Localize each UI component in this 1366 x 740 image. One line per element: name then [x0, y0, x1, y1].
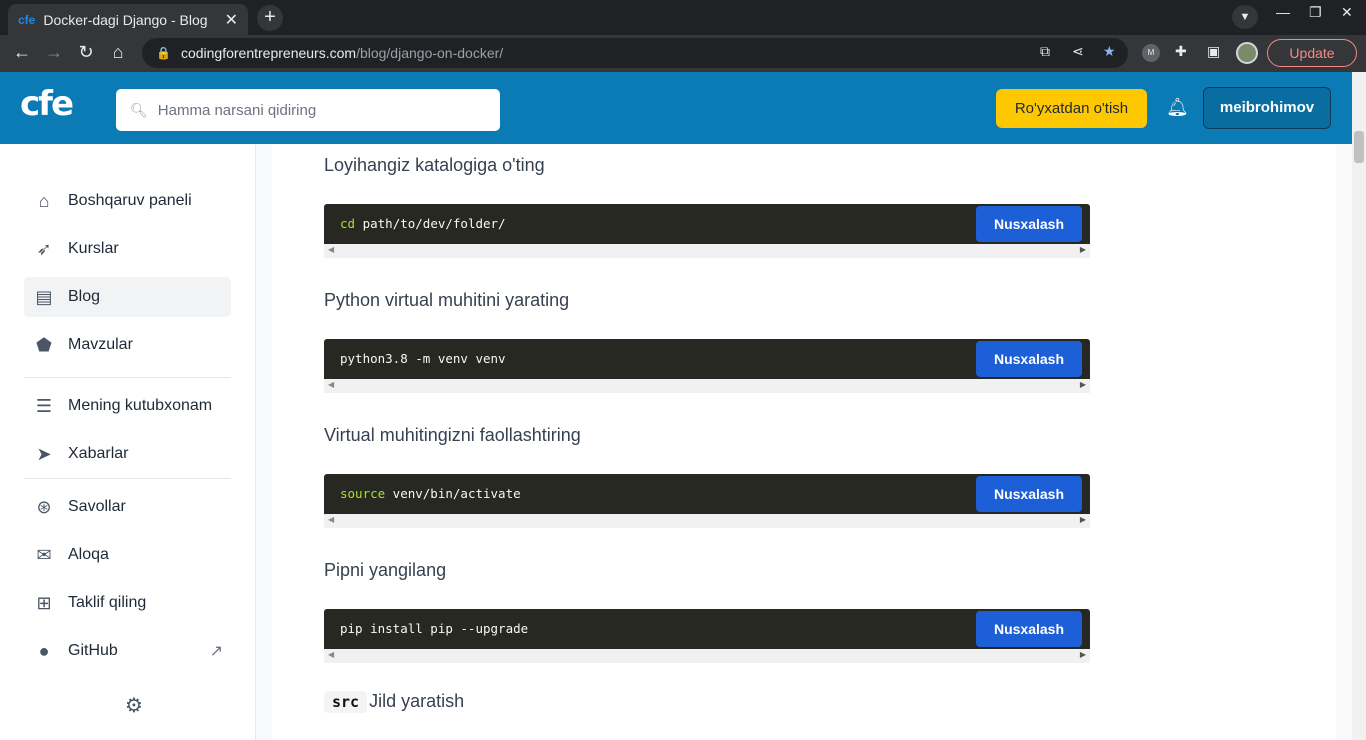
- site-header: cfe 🔍︎ Ro'yxatdan o'tish 🔔︎ meibrohimov: [0, 72, 1352, 144]
- reload-icon[interactable]: ↻: [74, 42, 98, 63]
- bookmark-star-icon[interactable]: ★: [1103, 43, 1116, 60]
- github-icon: ●: [38, 640, 50, 661]
- extension-m-icon[interactable]: M: [1142, 44, 1160, 62]
- window-close-icon[interactable]: ✕: [1341, 4, 1353, 21]
- sidebar-item-questions[interactable]: ⊛ Savollar: [24, 487, 231, 527]
- sidebar-item-messages[interactable]: ➤ Xabarlar: [24, 434, 231, 474]
- gear-icon[interactable]: ⚙: [125, 693, 143, 718]
- sidebar-item-label: Blog: [68, 288, 101, 305]
- main-content: Loyihangiz katalogiga o'ting cd path/to/…: [256, 144, 1352, 740]
- sidebar-item-label: Boshqaruv paneli: [68, 192, 192, 209]
- inline-code: src: [324, 691, 368, 713]
- sidebar-item-contact[interactable]: ✉ Aloqa: [24, 535, 231, 575]
- sidebar-item-label: Kurslar: [68, 240, 119, 257]
- heading-text: Jild yaratish: [369, 691, 465, 711]
- lifebuoy-icon: ⊛: [36, 496, 52, 517]
- sidebar-item-label: Xabarlar: [68, 445, 129, 462]
- extensions-puzzle-icon[interactable]: ✚: [1175, 43, 1187, 60]
- restore-icon[interactable]: ❐: [1309, 4, 1322, 21]
- apps-add-icon: ⊞: [36, 592, 52, 613]
- section-heading: Python virtual muhitini yarating: [324, 290, 570, 310]
- back-icon[interactable]: ←: [10, 42, 34, 63]
- code-scrollbar[interactable]: ◀ ▶: [324, 244, 1090, 258]
- home-button-icon[interactable]: ⌂: [106, 42, 130, 63]
- user-menu-button[interactable]: meibrohimov: [1203, 87, 1331, 129]
- address-bar[interactable]: 🔒 codingforentrepreneurs.com /blog/djang…: [142, 38, 1128, 68]
- sidebar-item-label: Aloqa: [68, 546, 109, 563]
- side-panel-icon[interactable]: ▣: [1207, 43, 1220, 60]
- profile-avatar[interactable]: [1236, 42, 1258, 64]
- sidebar-item-label: Savollar: [68, 498, 126, 515]
- sidebar-divider: [24, 478, 231, 479]
- notification-bell-icon[interactable]: 🔔︎: [1166, 97, 1189, 118]
- new-tab-button[interactable]: +: [257, 5, 283, 31]
- sidebar-item-blog[interactable]: ▤ Blog: [24, 277, 231, 317]
- sidebar-item-label: Mening kutubxonam: [68, 397, 213, 414]
- sidebar-item-github[interactable]: ● GitHub ↗: [24, 631, 231, 671]
- tab-title: Docker-dagi Django - Blog: [43, 11, 208, 28]
- code-block: pip install pip --upgrade Nusxalash: [324, 609, 1090, 649]
- library-icon: ☰: [35, 395, 53, 416]
- site-favicon: cfe: [18, 12, 36, 27]
- rocket-icon: ➶: [36, 238, 52, 259]
- code-block: python3.8 -m venv venv Nusxalash: [324, 339, 1090, 379]
- sidebar-item-label: Taklif qiling: [68, 594, 147, 611]
- browser-tab[interactable]: cfe Docker-dagi Django - Blog ✕: [8, 4, 248, 35]
- code-text: pip install pip --upgrade: [340, 621, 529, 636]
- search-input[interactable]: [157, 101, 478, 119]
- tab-search-icon[interactable]: ▼: [1232, 5, 1258, 29]
- signup-button[interactable]: Ro'yxatdan o'tish: [996, 89, 1147, 128]
- browser-toolbar: ← → ↻ ⌂ 🔒 codingforentrepreneurs.com /bl…: [0, 35, 1366, 72]
- code-scrollbar[interactable]: ◀ ▶: [324, 649, 1090, 663]
- cfe-logo[interactable]: cfe: [20, 84, 74, 124]
- code-text: source venv/bin/activate: [340, 486, 521, 501]
- page-scrollbar[interactable]: [1352, 72, 1366, 740]
- minimize-icon[interactable]: —: [1276, 4, 1290, 20]
- code-scrollbar[interactable]: ◀ ▶: [324, 379, 1090, 393]
- sidebar: ⌂ Boshqaruv paneli ➶ Kurslar ▤ Blog ⬟ Ma…: [0, 144, 256, 740]
- copy-button[interactable]: Nusxalash: [976, 476, 1082, 512]
- mail-icon: ✉: [36, 544, 52, 565]
- sidebar-item-dashboard[interactable]: ⌂ Boshqaruv paneli: [24, 181, 231, 221]
- site-search[interactable]: 🔍︎: [116, 89, 500, 131]
- url-path: /blog/django-on-docker/: [356, 45, 504, 61]
- section-heading: Loyihangiz katalogiga o'ting: [324, 155, 545, 175]
- url-host: codingforentrepreneurs.com: [180, 45, 357, 61]
- external-link-icon: ↗: [209, 643, 223, 660]
- search-icon: 🔍︎: [130, 101, 148, 118]
- code-text: python3.8 -m venv venv: [340, 351, 506, 366]
- article-body: Loyihangiz katalogiga o'ting cd path/to/…: [272, 144, 1336, 740]
- sidebar-divider: [24, 377, 231, 378]
- code-block: source venv/bin/activate Nusxalash: [324, 474, 1090, 514]
- sidebar-item-suggest[interactable]: ⊞ Taklif qiling: [24, 583, 231, 623]
- share-icon[interactable]: ⋖: [1072, 43, 1084, 60]
- translate-icon[interactable]: ⧉: [1040, 43, 1050, 60]
- section-heading: Virtual muhitingizni faollashtiring: [324, 425, 581, 445]
- lock-icon: 🔒: [156, 46, 171, 60]
- copy-button[interactable]: Nusxalash: [976, 611, 1082, 647]
- code-scrollbar[interactable]: ◀ ▶: [324, 514, 1090, 528]
- send-icon: ➤: [36, 443, 52, 464]
- code-block: cd path/to/dev/folder/ Nusxalash: [324, 204, 1090, 244]
- forward-icon[interactable]: →: [42, 42, 66, 63]
- sidebar-item-label: GitHub: [68, 642, 118, 659]
- tag-icon: ⬟: [36, 334, 52, 355]
- sidebar-item-library[interactable]: ☰ Mening kutubxonam: [24, 386, 231, 426]
- section-heading: Pipni yangilang: [324, 560, 447, 580]
- update-button[interactable]: Update: [1267, 39, 1357, 67]
- browser-tabstrip: cfe Docker-dagi Django - Blog ✕ + ▼ — ❐ …: [0, 0, 1366, 35]
- code-text: cd path/to/dev/folder/: [340, 216, 506, 231]
- copy-button[interactable]: Nusxalash: [976, 206, 1082, 242]
- section-heading: src Jild yaratish: [324, 691, 464, 713]
- sidebar-item-label: Mavzular: [68, 336, 133, 353]
- sidebar-item-topics[interactable]: ⬟ Mavzular: [24, 325, 231, 365]
- close-tab-icon[interactable]: ✕: [225, 10, 238, 30]
- page-scrollbar-thumb[interactable]: [1354, 131, 1364, 163]
- copy-button[interactable]: Nusxalash: [976, 341, 1082, 377]
- sidebar-item-courses[interactable]: ➶ Kurslar: [24, 229, 231, 269]
- home-icon: ⌂: [38, 190, 50, 211]
- newspaper-icon: ▤: [35, 286, 53, 307]
